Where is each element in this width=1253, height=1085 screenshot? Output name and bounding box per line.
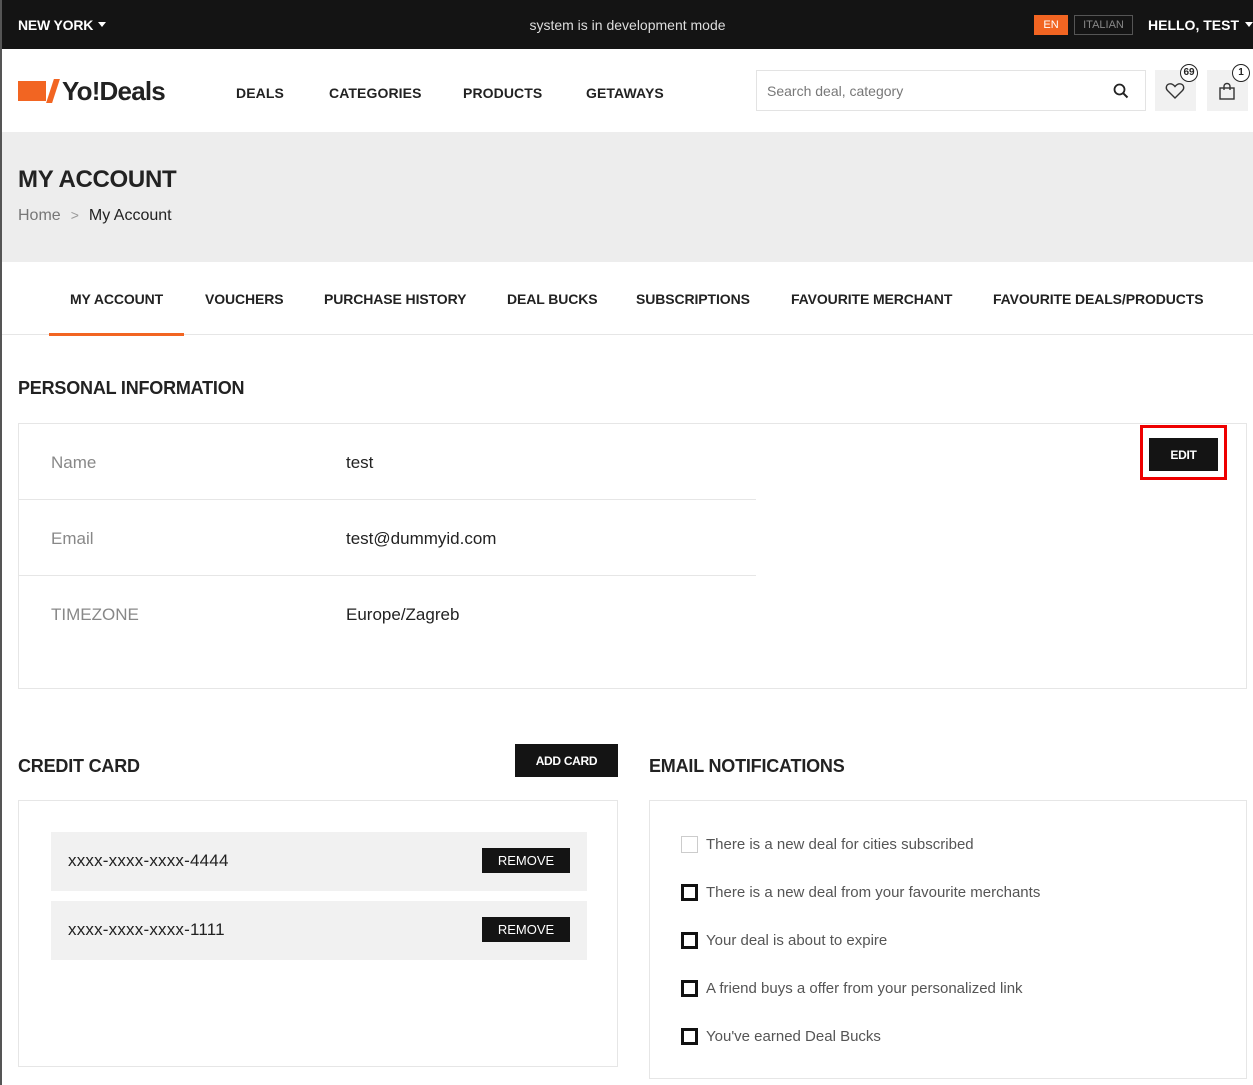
email-value: test@dummyid.com [346, 529, 497, 548]
chevron-right-icon: > [70, 207, 79, 223]
header: Yo!Deals DEALS CATEGORIES PRODUCTS GETAW… [2, 49, 1253, 132]
page-header: MY ACCOUNT Home > My Account [2, 132, 1253, 262]
notification-option[interactable]: You've earned Deal Bucks [681, 1028, 881, 1045]
notification-option[interactable]: There is a new deal from your favourite … [681, 884, 1040, 901]
name-value: test [346, 453, 374, 472]
tab-subscriptions[interactable]: SUBSCRIPTIONS [636, 291, 750, 307]
notification-label: There is a new deal from your favourite … [706, 884, 1041, 901]
email-label: Email [51, 529, 94, 548]
notification-option[interactable]: There is a new deal for cities subscribe… [681, 836, 974, 853]
notification-option[interactable]: A friend buys a offer from your personal… [681, 980, 1023, 997]
heart-icon [1165, 83, 1185, 99]
logo-text: Yo!Deals [62, 75, 166, 106]
top-bar: NEW YORK system is in development mode E… [2, 0, 1253, 49]
info-row-email: Email test@dummyid.com [19, 500, 756, 576]
name-label: Name [51, 453, 97, 472]
email-notifications-title: EMAIL NOTIFICATIONS [649, 756, 845, 776]
page-title: MY ACCOUNT [18, 166, 177, 193]
card-row: xxxx-xxxx-xxxx-1111 REMOVE [51, 901, 587, 960]
breadcrumb-current: My Account [88, 207, 172, 224]
cart-button[interactable]: 1 [1207, 64, 1250, 111]
bag-icon [1219, 82, 1235, 100]
remove-card-button[interactable]: REMOVE [482, 848, 570, 873]
nav-getaways[interactable]: GETAWAYS [586, 85, 664, 101]
email-notifications-panel: There is a new deal for cities subscribe… [649, 800, 1247, 1079]
nav-categories[interactable]: CATEGORIES [329, 85, 422, 101]
checkbox-checked[interactable] [681, 884, 698, 901]
search-icon[interactable] [1113, 83, 1129, 99]
checkbox-unchecked[interactable] [681, 836, 698, 853]
account-tabs: MY ACCOUNT VOUCHERS PURCHASE HISTORY DEA… [2, 262, 1253, 336]
credit-card-panel: xxxx-xxxx-xxxx-4444 REMOVE xxxx-xxxx-xxx… [18, 800, 618, 1067]
nav-deals[interactable]: DEALS [236, 85, 284, 101]
notification-label: You've earned Deal Bucks [706, 1028, 881, 1045]
card-number: xxxx-xxxx-xxxx-1111 [68, 920, 225, 939]
nav-products[interactable]: PRODUCTS [463, 85, 542, 101]
lang-italian-button[interactable]: ITALIAN [1074, 15, 1133, 35]
user-greeting: HELLO, TEST [1148, 17, 1239, 33]
breadcrumb: Home > My Account [18, 207, 172, 225]
credit-card-title: CREDIT CARD [18, 756, 140, 776]
checkbox-checked[interactable] [681, 932, 698, 949]
checkbox-checked[interactable] [681, 980, 698, 997]
search-input[interactable] [757, 71, 1087, 110]
cart-count-badge: 1 [1232, 64, 1250, 82]
info-row-timezone: TIMEZONE Europe/Zagreb [19, 576, 756, 652]
checkbox-checked[interactable] [681, 1028, 698, 1045]
site-logo[interactable]: Yo!Deals [18, 75, 166, 106]
user-menu[interactable]: HELLO, TEST [1148, 17, 1253, 33]
notification-label: A friend buys a offer from your personal… [706, 980, 1023, 997]
city-label: NEW YORK [18, 17, 94, 33]
notification-label: Your deal is about to expire [706, 932, 888, 949]
tab-deal-bucks[interactable]: DEAL BUCKS [507, 291, 598, 307]
breadcrumb-home[interactable]: Home [18, 207, 61, 224]
card-row: xxxx-xxxx-xxxx-4444 REMOVE [51, 832, 587, 891]
tab-favourite-merchant[interactable]: FAVOURITE MERCHANT [791, 291, 952, 307]
caret-down-icon [98, 21, 107, 27]
notification-option[interactable]: Your deal is about to expire [681, 932, 887, 949]
logo-mark-icon [18, 81, 46, 101]
tab-purchase-history[interactable]: PURCHASE HISTORY [324, 291, 466, 307]
tab-favourite-deals-products[interactable]: FAVOURITE DEALS/PRODUCTS [993, 291, 1204, 307]
personal-info-panel: Name test Email test@dummyid.com TIMEZON… [18, 423, 1247, 689]
remove-card-button[interactable]: REMOVE [482, 917, 570, 942]
timezone-value: Europe/Zagreb [346, 605, 460, 624]
search-box [756, 70, 1146, 111]
edit-button[interactable]: EDIT [1149, 438, 1218, 471]
logo-slash-icon [46, 79, 60, 103]
notification-label: There is a new deal for cities subscribe… [706, 836, 974, 853]
add-card-button[interactable]: ADD CARD [515, 744, 618, 777]
wishlist-button[interactable]: 69 [1155, 64, 1198, 111]
timezone-label: TIMEZONE [51, 605, 139, 624]
personal-info-title: PERSONAL INFORMATION [18, 378, 245, 398]
card-number: xxxx-xxxx-xxxx-4444 [68, 851, 229, 870]
wishlist-count-badge: 69 [1180, 64, 1198, 82]
tab-my-account[interactable]: MY ACCOUNT [48, 291, 185, 336]
caret-down-icon [1245, 21, 1253, 27]
lang-en-button[interactable]: EN [1034, 15, 1068, 35]
city-selector[interactable]: NEW YORK [18, 17, 107, 33]
info-row-name: Name test [19, 424, 756, 500]
tab-vouchers[interactable]: VOUCHERS [205, 291, 284, 307]
